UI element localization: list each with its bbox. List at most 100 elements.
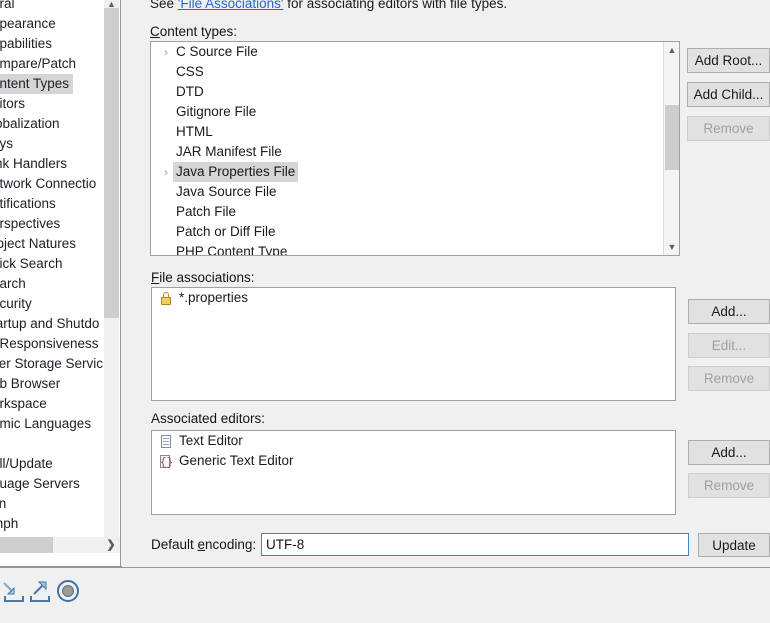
sidebar-item[interactable]: ditors (0, 94, 120, 114)
sidebar-item[interactable]: all/Update (0, 454, 120, 474)
associated-editors-rows: Text Editor {} Generic Text Editor (152, 431, 675, 471)
content-types-scrollbar[interactable]: ▲ ▼ (663, 42, 679, 255)
sidebar-item[interactable]: orkspace (0, 394, 120, 414)
remove-file-association-button: Remove (688, 366, 770, 391)
sidebar-item[interactable]: uick Search (0, 254, 120, 274)
associated-editors-list[interactable]: Text Editor {} Generic Text Editor (151, 430, 676, 515)
lock-icon (159, 291, 173, 306)
content-types-rows: › C Source File CSS DTD Gitignore File HTML JA… (151, 42, 679, 255)
sidebar-item[interactable]: eys (0, 134, 120, 154)
associated-editor-row[interactable]: Text Editor (152, 431, 675, 451)
sidebar-item[interactable]: mph (0, 514, 120, 534)
content-type-label: C Source File (176, 44, 258, 59)
chevron-down-icon[interactable]: ▼ (664, 239, 679, 255)
sidebar-item[interactable]: ink Handlers (0, 154, 120, 174)
sidebar-item[interactable]: amic Languages (0, 414, 120, 434)
content-type-row[interactable]: Java Source File (151, 182, 679, 202)
add-child-button[interactable]: Add Child... (687, 82, 770, 107)
restore-defaults-icon[interactable] (56, 579, 82, 603)
hint-prefix: See (150, 0, 178, 11)
update-encoding-label: Update (712, 537, 756, 553)
sidebar-horizontal-scrollbar[interactable]: ❯ (0, 537, 120, 553)
sidebar-item[interactable]: roject Natures (0, 234, 120, 254)
associated-editor-label: Generic Text Editor (179, 453, 294, 468)
dialog-footer: Apply and Close Cancel CSDN @Y4258 (0, 567, 770, 623)
sidebar-item[interactable]: I Responsiveness (0, 334, 120, 354)
export-preferences-icon[interactable] (28, 580, 54, 604)
sidebar-item[interactable]: ppearance (0, 14, 120, 34)
associated-editor-label: Text Editor (179, 433, 243, 448)
chevron-up-icon[interactable]: ▲ (664, 42, 679, 58)
content-type-row[interactable]: CSS (151, 62, 679, 82)
preferences-tree-sidebar[interactable]: eralppearanceapabilitiesompare/Patchonte… (0, 0, 121, 567)
sidebar-vertical-scrollbar[interactable]: ▲ ▼ (104, 0, 119, 551)
content-types-scroll-thumb[interactable] (665, 105, 679, 170)
content-type-label: JAR Manifest File (176, 144, 282, 159)
associated-editor-row[interactable]: {} Generic Text Editor (152, 451, 675, 471)
sidebar-item[interactable]: apabilities (0, 34, 120, 54)
add-file-association-button[interactable]: Add... (688, 299, 770, 324)
sidebar-item[interactable]: etwork Connectio (0, 174, 120, 194)
add-associated-editor-label: Add... (711, 445, 747, 460)
file-associations-link[interactable]: 'File Associations' (178, 0, 284, 11)
chevron-right-icon[interactable]: › (159, 162, 173, 182)
hint-suffix: for associating editors with file types. (283, 0, 508, 11)
sidebar-item[interactable]: eb Browser (0, 374, 120, 394)
content-type-row[interactable]: › Java Properties File (151, 162, 679, 182)
content-type-row[interactable]: Patch File (151, 202, 679, 222)
chevron-right-icon[interactable]: › (159, 42, 173, 62)
sidebar-item[interactable]: ecurity (0, 294, 120, 314)
sidebar-item[interactable]: ser Storage Servic (0, 354, 120, 374)
content-type-label: Patch File (176, 204, 237, 219)
sidebar-item[interactable]: earch (0, 274, 120, 294)
sidebar-item[interactable]: tartup and Shutdo (0, 314, 120, 334)
sidebar-item-list: eralppearanceapabilitiesompare/Patchonte… (0, 0, 120, 534)
content-type-label: Gitignore File (176, 104, 257, 119)
content-types-label-text: ontent types: (159, 24, 238, 39)
sidebar-item[interactable]: erspectives (0, 214, 120, 234)
file-associations-label: File associations: (151, 270, 255, 285)
file-association-row[interactable]: *.properties (152, 288, 675, 308)
sidebar-item[interactable]: otifications (0, 194, 120, 214)
default-encoding-label: Default encoding: (151, 537, 257, 552)
sidebar-item[interactable]: guage Servers (0, 474, 120, 494)
import-preferences-icon[interactable] (2, 580, 28, 604)
sidebar-item[interactable]: ompare/Patch (0, 54, 120, 74)
sidebar-item[interactable]: lobalization (0, 114, 120, 134)
file-associations-rows: *.properties (152, 288, 675, 308)
associated-editors-label: Associated editors: (151, 411, 265, 426)
default-encoding-input[interactable] (261, 533, 689, 556)
add-associated-editor-button[interactable]: Add... (688, 440, 770, 465)
sidebar-hscroll-thumb[interactable] (0, 537, 53, 553)
content-type-row[interactable]: PHP Content Type (151, 242, 679, 255)
braces-document-icon: {} (160, 454, 174, 469)
chevron-right-icon[interactable]: ❯ (104, 537, 118, 553)
associated-editors-label-text: Associated editors: (151, 411, 266, 426)
content-type-row[interactable]: HTML (151, 122, 679, 142)
preferences-dialog: eralppearanceapabilitiesompare/Patchonte… (0, 0, 770, 623)
content-type-row[interactable]: › C Source File (151, 42, 679, 62)
edit-file-association-button: Edit... (688, 333, 770, 358)
content-type-row[interactable]: Patch or Diff File (151, 222, 679, 242)
file-associations-list[interactable]: *.properties (151, 287, 676, 401)
content-type-label: HTML (176, 124, 213, 139)
sidebar-item[interactable]: p (0, 434, 120, 454)
content-types-label: Content types: (150, 24, 238, 39)
remove-associated-editor-button: Remove (688, 473, 770, 498)
content-type-label: CSS (176, 64, 204, 79)
sidebar-item[interactable]: yn (0, 494, 120, 514)
content-types-tree[interactable]: › C Source File CSS DTD Gitignore File HTML JA… (150, 41, 680, 256)
content-type-label: DTD (176, 84, 204, 99)
content-type-row[interactable]: DTD (151, 82, 679, 102)
add-root-button[interactable]: Add Root... (687, 48, 770, 73)
remove-content-type-label: Remove (703, 121, 754, 136)
sidebar-scroll-thumb[interactable] (104, 8, 119, 318)
content-type-label: Java Source File (176, 184, 277, 199)
document-icon (159, 434, 173, 449)
content-type-row[interactable]: JAR Manifest File (151, 142, 679, 162)
content-type-row[interactable]: Gitignore File (151, 102, 679, 122)
update-encoding-button[interactable]: Update (698, 533, 770, 557)
sidebar-item[interactable]: eral (0, 0, 120, 14)
sidebar-item[interactable]: ontent Types (0, 74, 74, 94)
add-root-label: Add Root... (694, 53, 763, 68)
